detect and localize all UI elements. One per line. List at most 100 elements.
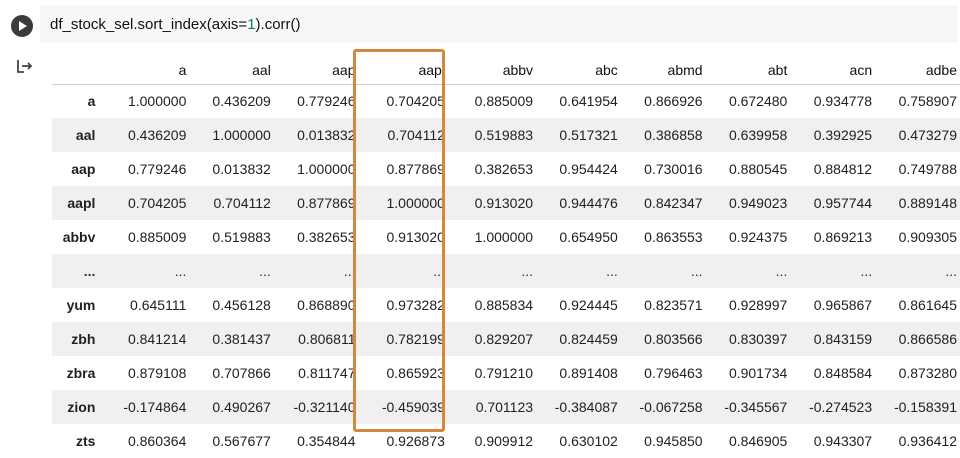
table-row: aap 0.779246 0.013832 1.000000 0.877869 0.382… bbox=[52, 152, 960, 186]
table-cell: 1.000000 bbox=[297, 161, 356, 177]
table-cell: ... bbox=[690, 263, 703, 279]
table-cell: 0.909912 bbox=[474, 433, 534, 449]
table-cell: 0.382653 bbox=[297, 229, 356, 245]
table-cell: 0.889148 bbox=[898, 195, 957, 211]
table-cell: ... bbox=[606, 263, 618, 279]
table-cell: 0.884812 bbox=[813, 161, 873, 177]
table-cell: 0.866586 bbox=[898, 331, 957, 347]
table-cell: ... bbox=[259, 263, 271, 279]
row-index: zion bbox=[67, 399, 96, 415]
table-row: zts 0.860364 0.567677 0.354844 0.926873 0.909… bbox=[52, 424, 960, 458]
row-index: ... bbox=[83, 263, 96, 279]
column-header: abc bbox=[536, 56, 621, 85]
table-cell: 0.392925 bbox=[813, 127, 873, 143]
row-index: abbv bbox=[62, 229, 96, 245]
table-cell: -0.345567 bbox=[724, 399, 788, 415]
table-cell: 0.973282 bbox=[386, 297, 445, 313]
table-cell: 0.909305 bbox=[898, 229, 957, 245]
table-cell: ... bbox=[860, 263, 873, 279]
table-row: aapl 0.704205 0.704112 0.877869 1.000000 0.91… bbox=[52, 186, 960, 220]
cell-output: a aal aap aapl abbv abc abmd abt acn adbe a 1.0000… bbox=[44, 48, 960, 458]
column-header: adbe bbox=[875, 56, 960, 85]
table-cell: ... bbox=[521, 263, 534, 279]
table-cell: 0.806811 bbox=[298, 331, 356, 347]
table-cell: 0.704205 bbox=[386, 93, 445, 110]
code-editor[interactable]: df_stock_sel.sort_index(axis=1).corr() bbox=[40, 5, 958, 43]
row-index: zbh bbox=[71, 331, 96, 347]
table-cell: 0.945850 bbox=[644, 433, 703, 449]
table-row: zion -0.174864 0.490267 -0.321140 -0.459039 0… bbox=[52, 390, 960, 424]
table-cell: 0.517321 bbox=[559, 127, 618, 143]
table-cell: 0.519883 bbox=[212, 229, 271, 245]
table-cell: 0.704112 bbox=[213, 195, 271, 211]
row-index: zts bbox=[75, 433, 96, 449]
run-cell-button[interactable] bbox=[11, 15, 33, 37]
table-body: a 1.000000 0.436209 0.779246 0.704205 0.88500… bbox=[52, 84, 960, 458]
table-cell: 0.704112 bbox=[387, 127, 445, 143]
table-cell: 0.866926 bbox=[644, 93, 703, 110]
table-cell: 0.943307 bbox=[813, 433, 873, 449]
column-header: acn bbox=[790, 56, 876, 85]
table-cell: 0.672480 bbox=[728, 93, 788, 110]
output-arrow-icon[interactable] bbox=[16, 58, 34, 74]
table-cell: 0.841214 bbox=[127, 331, 187, 347]
table-cell: 0.936412 bbox=[898, 433, 957, 449]
table-cell: 0.944476 bbox=[559, 195, 618, 211]
dataframe-table: a aal aap aapl abbv abc abmd abt acn adbe a 1.0000… bbox=[52, 56, 960, 458]
table-cell: 0.846905 bbox=[728, 433, 788, 449]
code-prefix: df_stock_sel.sort_index(axis= bbox=[50, 16, 248, 33]
row-index: a bbox=[87, 93, 96, 110]
table-cell: 0.645111 bbox=[130, 297, 187, 313]
table-cell: 0.901734 bbox=[728, 365, 788, 381]
table-cell: 0.877869 bbox=[386, 161, 445, 177]
table-cell: 0.877869 bbox=[297, 195, 356, 211]
table-cell: 0.924375 bbox=[728, 229, 788, 245]
table-cell: 0.639958 bbox=[728, 127, 788, 143]
table-cell: 0.354844 bbox=[297, 433, 356, 449]
table-cell: 0.848584 bbox=[813, 365, 873, 381]
table-cell: -0.158391 bbox=[893, 399, 957, 415]
table-cell: -0.459039 bbox=[381, 399, 445, 415]
table-cell: 0.913020 bbox=[386, 229, 445, 245]
header-row: a aal aap aapl abbv abc abmd abt acn adbe bbox=[52, 56, 960, 85]
row-index: yum bbox=[66, 297, 96, 313]
table-cell: 0.490267 bbox=[212, 399, 271, 415]
table-cell: 0.957744 bbox=[813, 195, 873, 211]
column-header: aal bbox=[189, 56, 274, 85]
table-cell: 0.707866 bbox=[212, 365, 271, 381]
table-cell: 1.000000 bbox=[386, 195, 445, 211]
table-cell: 0.641954 bbox=[559, 93, 618, 110]
table-cell: 0.865923 bbox=[386, 365, 445, 381]
table-cell: ... bbox=[945, 263, 957, 279]
table-cell: 0.749788 bbox=[898, 161, 957, 177]
table-cell: 0.823571 bbox=[644, 297, 703, 313]
table-cell: 0.803566 bbox=[644, 331, 703, 347]
table-cell: 0.954424 bbox=[559, 161, 618, 177]
table-cell: 0.879108 bbox=[127, 365, 187, 381]
table-cell: 0.013832 bbox=[212, 161, 271, 177]
table-cell: 0.873280 bbox=[898, 365, 957, 381]
table-cell: 0.868890 bbox=[297, 297, 356, 313]
table-cell: 0.885009 bbox=[474, 93, 534, 110]
table-row: zbra 0.879108 0.707866 0.811747 0.865923 0.79… bbox=[52, 356, 960, 390]
code-line: df_stock_sel.sort_index(axis=1).corr() bbox=[50, 16, 301, 33]
code-suffix: ).corr() bbox=[255, 16, 301, 33]
table-cell: 0.630102 bbox=[559, 433, 618, 449]
table-cell: 0.861645 bbox=[898, 297, 957, 313]
table-cell: 0.779246 bbox=[297, 93, 356, 110]
table-cell: 0.842347 bbox=[644, 195, 703, 211]
table-cell: 0.829207 bbox=[474, 331, 534, 347]
table-cell: 0.701123 bbox=[475, 399, 534, 415]
table-row: aal 0.436209 1.000000 0.013832 0.704112 0.519… bbox=[52, 118, 960, 152]
table-cell: 0.860364 bbox=[127, 433, 187, 449]
table-cell: 0.843159 bbox=[813, 331, 873, 347]
table-cell: 0.436209 bbox=[212, 93, 271, 110]
table-cell: -0.174864 bbox=[123, 399, 187, 415]
column-header: aap bbox=[273, 56, 359, 85]
table-cell: 0.863553 bbox=[644, 229, 703, 245]
row-index: aap bbox=[71, 161, 96, 177]
table-cell: 0.885834 bbox=[474, 297, 534, 313]
table-cell: 0.830397 bbox=[728, 331, 788, 347]
table-cell: 0.949023 bbox=[728, 195, 788, 211]
column-header: abmd bbox=[620, 56, 706, 85]
